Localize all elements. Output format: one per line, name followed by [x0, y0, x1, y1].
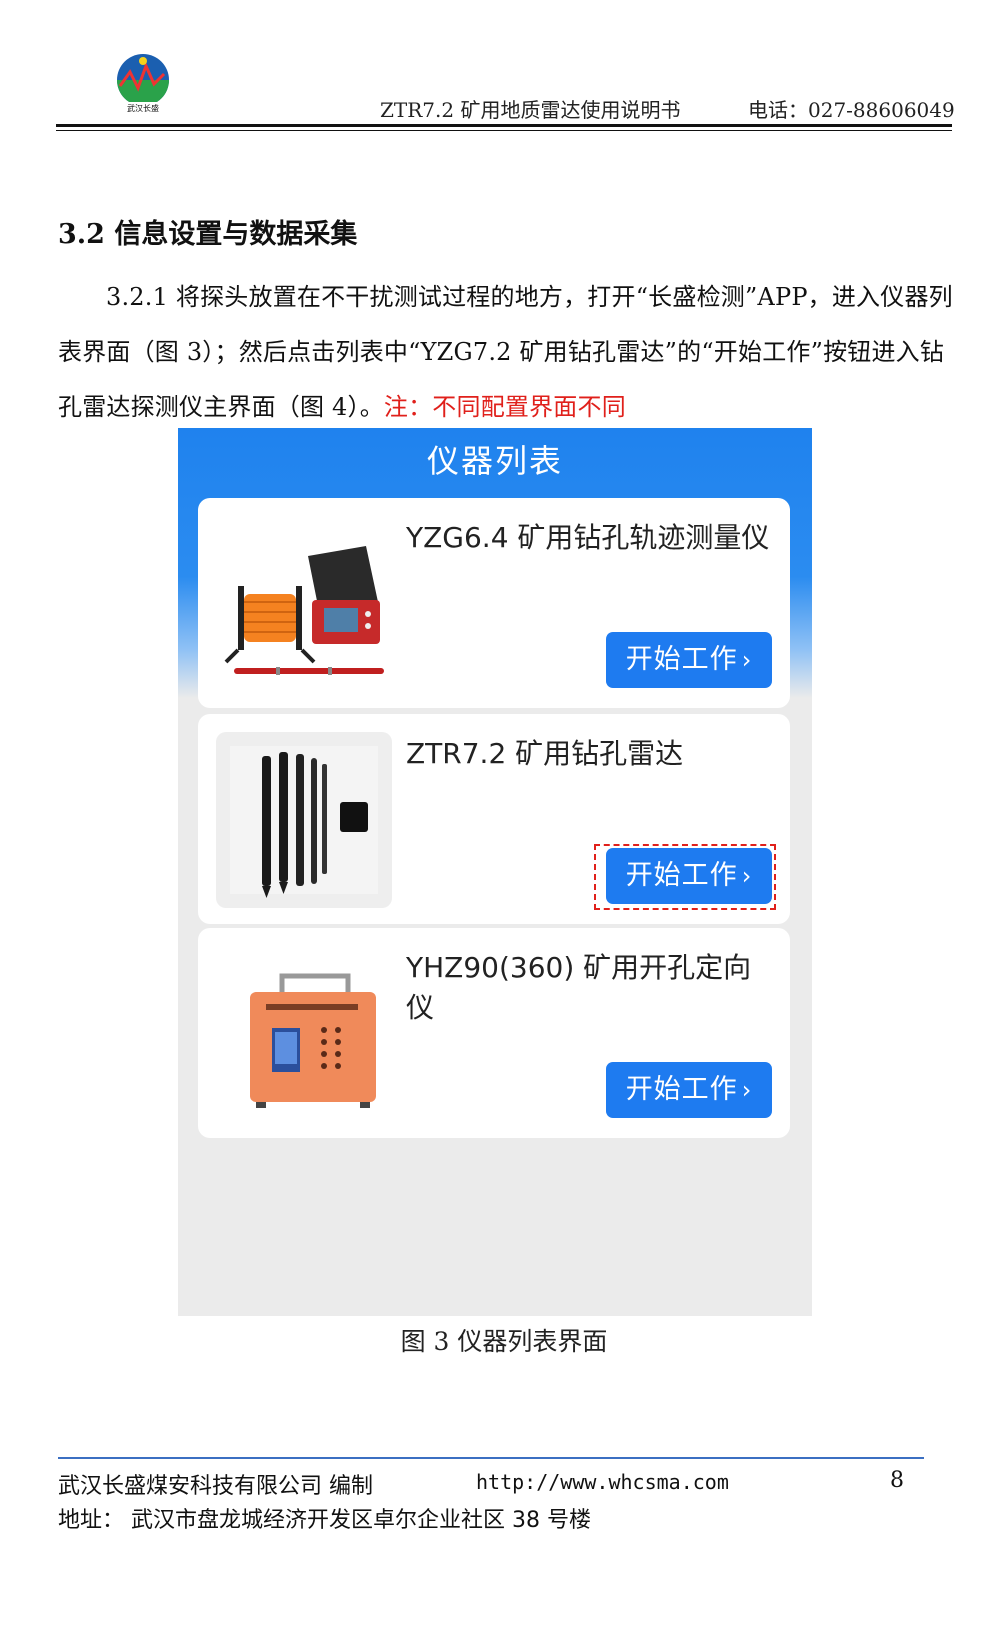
- footer-rule: [58, 1457, 924, 1459]
- configuration-note: 注：不同配置界面不同: [383, 393, 626, 421]
- logo-text: 武汉长盛: [127, 103, 159, 113]
- footer-address: 地址： 武汉市盘龙城经济开发区卓尔企业社区 38 号楼: [58, 1508, 591, 1533]
- header-rule-thin: [56, 130, 952, 131]
- instruction-paragraph: 3.2.1 将探头放置在不干扰测试过程的地方，打开“长盛检测”APP，进入仪器列…: [58, 270, 958, 435]
- section-heading: 3.2 信息设置与数据采集: [58, 219, 358, 250]
- device-card-yhz90: YHZ90(360) 矿用开孔定向仪 开始工作 ›: [198, 928, 790, 1138]
- document-title: ZTR7.2 矿用地质雷达使用说明书: [380, 98, 681, 122]
- device-name: YZG6.4 矿用钻孔轨迹测量仪: [406, 521, 770, 554]
- device-name: YHZ90(360) 矿用开孔定向仪: [406, 951, 752, 1024]
- device-card-yzg64: YZG6.4 矿用钻孔轨迹测量仪 开始工作 ›: [198, 498, 790, 708]
- screen-title: 仪器列表: [426, 442, 563, 480]
- footer-company: 武汉长盛煤安科技有限公司 编制: [58, 1474, 373, 1499]
- chevron-right-icon: ›: [741, 646, 753, 674]
- company-logo: 武汉长盛: [117, 54, 169, 113]
- start-work-label: 开始工作: [625, 644, 738, 675]
- device-list-screenshot: 仪器列表 YZG6.4 矿用钻孔轨迹测量仪 开始工作 › ZTR7.2 矿用钻孔…: [178, 428, 812, 1316]
- start-work-label: 开始工作: [625, 1074, 738, 1105]
- footer-url-link[interactable]: http://www.whcsma.com: [476, 1470, 729, 1494]
- header-phone: 电话：027-88606049: [748, 98, 955, 122]
- start-work-button[interactable]: 开始工作 ›: [606, 632, 772, 688]
- figure-caption: 图 3 仪器列表界面: [400, 1327, 608, 1356]
- start-work-button[interactable]: 开始工作 ›: [606, 1062, 772, 1118]
- highlight-dashed-box: [594, 844, 776, 910]
- trajectory-instrument-image: [216, 516, 392, 692]
- borehole-radar-image: [216, 732, 392, 908]
- page-number: 8: [890, 1468, 904, 1493]
- device-name: ZTR7.2 矿用钻孔雷达: [406, 737, 684, 770]
- orientation-instrument-image: [216, 946, 392, 1122]
- chevron-right-icon: ›: [741, 1076, 753, 1104]
- header-rule: [56, 124, 952, 127]
